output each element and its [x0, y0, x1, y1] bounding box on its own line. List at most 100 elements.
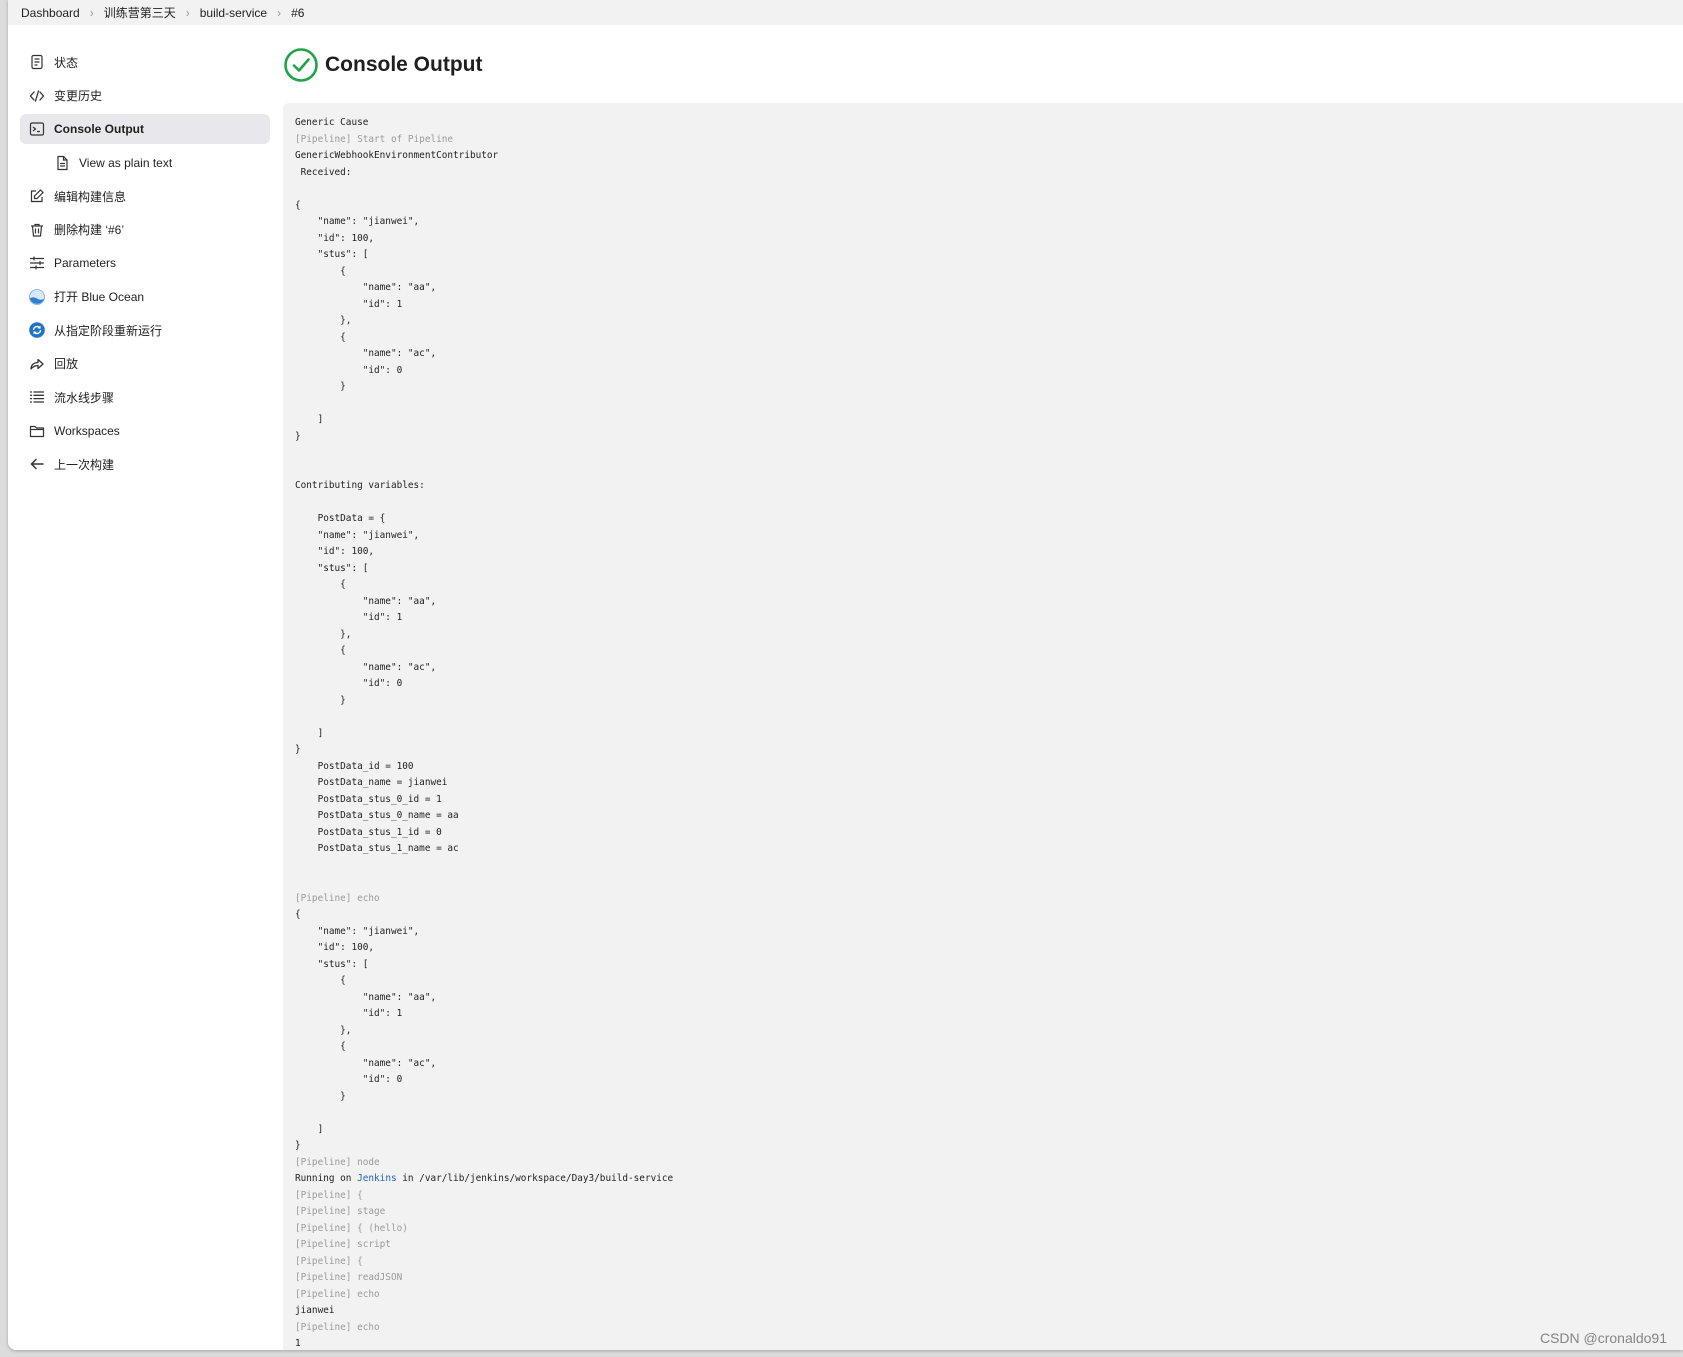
console-line: {	[295, 265, 346, 277]
console-line: },	[295, 628, 352, 640]
sidebar-item-pipeline-steps[interactable]: 流水线步骤	[20, 382, 270, 412]
console-line: PostData_stus_1_id = 0	[295, 826, 442, 838]
sidebar: 状态 变更历史 Console Output View as plain tex…	[20, 47, 270, 483]
sidebar-item-label: 删除构建 ‘#6’	[54, 223, 125, 237]
console-line: PostData_name = jianwei	[295, 777, 448, 788]
breadcrumb-job[interactable]: build-service	[200, 6, 267, 20]
trash-icon	[29, 222, 45, 238]
breadcrumb: Dashboard › 训练营第三天 › build-service › #6	[8, 0, 1683, 25]
sidebar-item-blue-ocean[interactable]: 打开 Blue Ocean	[20, 282, 270, 312]
sidebar-item-label: Console Output	[54, 122, 144, 136]
console-line: "id": 1	[295, 298, 403, 310]
pipeline-log-line: [Pipeline] {	[295, 1189, 363, 1201]
console-line: "stus": [	[295, 562, 369, 574]
console-line: {	[295, 1041, 346, 1052]
sidebar-item-replay[interactable]: 回放	[20, 349, 270, 379]
console-line: "id": 1	[295, 612, 403, 623]
pipeline-log-line: [Pipeline] stage	[295, 1206, 386, 1217]
console-log: Generic Cause [Pipeline] Start of Pipelin…	[295, 115, 1683, 1350]
sidebar-item-label: Parameters	[54, 256, 117, 270]
console-line: "name": "aa",	[295, 282, 437, 293]
console-line: "name": "jianwei",	[295, 529, 420, 541]
pipeline-log-line: [Pipeline] echo	[295, 892, 380, 904]
console-line: {	[295, 975, 346, 986]
console-line: ]	[295, 727, 324, 739]
console-line: PostData = {	[295, 513, 386, 524]
sidebar-item-changes[interactable]: 变更历史	[20, 81, 270, 111]
sidebar-item-parameters[interactable]: Parameters	[20, 248, 270, 278]
sidebar-item-edit-build-info[interactable]: 编辑构建信息	[20, 181, 270, 211]
sidebar-item-label: 编辑构建信息	[54, 189, 127, 204]
sidebar-item-restart-from-stage[interactable]: 从指定阶段重新运行	[20, 315, 270, 345]
sidebar-item-label: 从指定阶段重新运行	[54, 323, 163, 338]
sidebar-item-status[interactable]: 状态	[20, 47, 270, 77]
jenkins-window: Dashboard › 训练营第三天 › build-service › #6 …	[8, 0, 1683, 1350]
console-line: Contributing variables:	[295, 480, 425, 491]
pipeline-log-line: [Pipeline] Start of Pipeline	[295, 133, 454, 145]
console-line: "id": 0	[295, 1074, 403, 1085]
console-line: {	[295, 579, 346, 590]
sidebar-item-label: Workspaces	[54, 423, 120, 438]
console-line: Generic Cause	[295, 117, 369, 128]
arrow-left-icon	[29, 456, 45, 472]
sidebar-item-label: 流水线步骤	[54, 390, 115, 405]
console-line: "name": "jianwei",	[295, 216, 420, 227]
console-line: }	[295, 381, 346, 392]
console-line: {	[295, 645, 346, 656]
console-line: PostData_id = 100	[295, 760, 414, 772]
console-line: "name": "ac",	[295, 1057, 437, 1069]
breadcrumb-dashboard[interactable]: Dashboard	[21, 6, 80, 20]
sidebar-item-plain-text[interactable]: View as plain text	[20, 148, 270, 178]
console-line: "name": "ac",	[295, 348, 437, 359]
console-line: }	[295, 430, 301, 442]
console-line: "id": 0	[295, 364, 403, 376]
sidebar-item-label: 上一次构建	[54, 457, 115, 472]
sliders-icon	[29, 255, 45, 271]
console-line: PostData_stus_0_id = 1	[295, 793, 442, 805]
pipeline-log-line: [Pipeline] script	[295, 1239, 391, 1250]
sidebar-item-previous-build[interactable]: 上一次构建	[20, 449, 270, 479]
console-line: {	[295, 199, 301, 211]
pipeline-log-line: [Pipeline] echo	[295, 1321, 380, 1333]
console-line: ]	[295, 1123, 324, 1135]
code-icon	[29, 88, 45, 104]
folder-icon	[29, 423, 45, 439]
console-line: }	[295, 1090, 346, 1102]
sidebar-item-delete-build[interactable]: 删除构建 ‘#6’	[20, 215, 270, 245]
console-line: }	[295, 1140, 301, 1151]
pipeline-log-line: [Pipeline] readJSON	[295, 1272, 403, 1283]
console-line: }	[295, 744, 301, 755]
console-line: "stus": [	[295, 958, 369, 970]
restart-icon	[29, 322, 45, 338]
console-line: "id": 1	[295, 1008, 403, 1019]
sidebar-item-label: 回放	[54, 357, 79, 371]
list-icon	[29, 389, 45, 405]
breadcrumb-folder[interactable]: 训练营第三天	[104, 4, 176, 21]
file-text-icon	[54, 155, 70, 171]
pipeline-log-line: [Pipeline] node	[295, 1156, 380, 1168]
console-line: {	[295, 909, 301, 920]
agent-link[interactable]: Jenkins	[357, 1173, 397, 1184]
chevron-right-icon: ›	[89, 5, 94, 20]
success-check-icon	[284, 48, 318, 82]
edit-icon	[29, 188, 45, 204]
console-line: GenericWebhookEnvironmentContributor	[295, 150, 499, 161]
breadcrumb-build[interactable]: #6	[291, 6, 304, 20]
console-line: "id": 0	[295, 678, 403, 689]
sidebar-item-console-output[interactable]: Console Output	[20, 114, 270, 144]
sidebar-item-workspaces[interactable]: Workspaces	[20, 416, 270, 446]
replay-icon	[29, 356, 45, 372]
page-header: Console Output	[283, 47, 482, 83]
console-line: PostData_stus_1_name = ac	[295, 843, 459, 854]
console-line: {	[295, 331, 346, 343]
console-line: },	[295, 315, 352, 326]
